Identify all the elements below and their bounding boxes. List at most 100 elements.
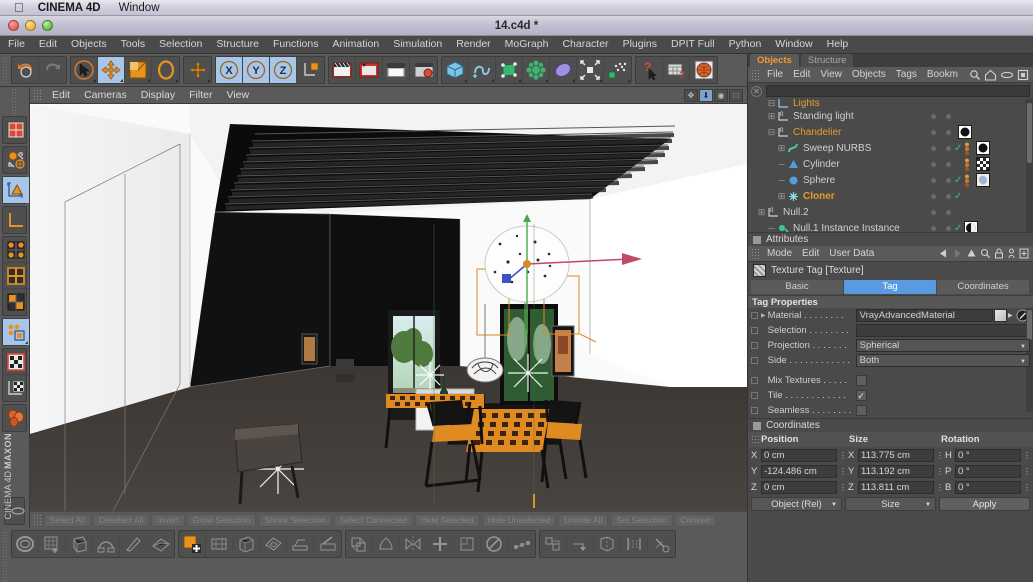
objmenu-edit[interactable]: Edit xyxy=(788,69,815,80)
rotation-p-stepper[interactable]: ⋮ xyxy=(1023,467,1031,476)
viewport-menu-filter[interactable]: Filter xyxy=(182,89,219,101)
checker-swatch[interactable] xyxy=(976,157,990,171)
rotate-view-icon[interactable]: ◉ xyxy=(714,88,728,102)
knife-icon[interactable] xyxy=(314,531,341,557)
deformer-objects-icon[interactable] xyxy=(3,405,29,431)
expander-plus-icon[interactable]: ⊞ xyxy=(756,207,767,218)
material-dots[interactable] xyxy=(964,174,974,187)
position-z-field[interactable]: 0 cm xyxy=(761,480,837,494)
app-name-label[interactable]: CINEMA 4D xyxy=(38,2,101,14)
rotation-b-stepper[interactable]: ⋮ xyxy=(1023,483,1031,492)
help-cursor-icon[interactable]: ? xyxy=(636,57,663,83)
visibility-dot-editor[interactable] xyxy=(931,225,936,231)
point-mode-icon[interactable] xyxy=(3,237,29,263)
back-arrow-icon[interactable] xyxy=(938,248,949,259)
render-picture-icon[interactable] xyxy=(383,57,410,83)
menu-structure[interactable]: Structure xyxy=(209,36,266,53)
table-row[interactable]: ⊟ Lights xyxy=(748,99,1033,108)
seamless-anim-checkbox[interactable] xyxy=(751,407,758,414)
tab-structure[interactable]: Structure xyxy=(800,54,854,67)
objmenu-file[interactable]: File xyxy=(762,69,788,80)
enable-check-icon[interactable]: ✓ xyxy=(954,175,962,186)
deformer-icon[interactable] xyxy=(550,57,577,83)
sphere-help-icon[interactable] xyxy=(690,57,717,83)
iron-icon[interactable] xyxy=(287,531,314,557)
invert-button[interactable]: Invert xyxy=(151,513,185,527)
viewport-menu-edit[interactable]: Edit xyxy=(45,89,77,101)
up-arrow-icon[interactable] xyxy=(966,248,977,259)
tab-objects[interactable]: Objects xyxy=(750,54,799,67)
modeling-toolbar-grip[interactable] xyxy=(2,531,9,557)
undo-view-icon[interactable] xyxy=(3,147,29,173)
table-row[interactable]: ⊞ 0 Null.2 xyxy=(748,204,1033,220)
hide-unselected-button[interactable]: Hide Unselected xyxy=(481,513,557,527)
side-anim-checkbox[interactable] xyxy=(751,357,758,364)
gradient-swatch[interactable] xyxy=(964,221,978,232)
left-toolbar-grip[interactable] xyxy=(11,88,18,114)
objmenu-tags[interactable]: Tags xyxy=(891,69,922,80)
visibility-dot-editor[interactable] xyxy=(931,209,936,215)
apple-icon[interactable]:  xyxy=(14,0,24,15)
expand-icon[interactable] xyxy=(1019,248,1029,259)
grow-selection-button[interactable]: Grow Selection xyxy=(186,513,257,527)
menu-file[interactable]: File xyxy=(0,36,32,53)
render-region-icon[interactable] xyxy=(356,57,383,83)
table-row[interactable]: ⊞ 0 Standing light xyxy=(748,108,1033,124)
forward-arrow-icon[interactable] xyxy=(952,248,963,259)
menu-edit[interactable]: Edit xyxy=(32,36,64,53)
maximize-view-icon[interactable]: □ xyxy=(729,88,743,102)
magnet-icon[interactable] xyxy=(39,531,66,557)
close-polygon-hole-icon[interactable] xyxy=(147,531,174,557)
black-sphere-swatch[interactable] xyxy=(958,125,972,139)
deselect-all-button[interactable]: Deselect All xyxy=(92,513,150,527)
nurbs-icon[interactable] xyxy=(496,57,523,83)
position-x-field[interactable]: 0 cm xyxy=(761,448,837,462)
objmenu-objects[interactable]: Objects xyxy=(847,69,891,80)
visibility-dot-render[interactable] xyxy=(946,209,951,215)
set-point-value-icon[interactable] xyxy=(508,531,535,557)
expander-plus-icon[interactable]: ⊞ xyxy=(776,143,787,154)
tab-basic[interactable]: Basic xyxy=(751,280,843,294)
size-y-field[interactable]: 113.192 cm xyxy=(858,464,934,478)
optimize-icon[interactable] xyxy=(481,531,508,557)
object-axis-icon[interactable] xyxy=(297,57,324,83)
menu-functions[interactable]: Functions xyxy=(266,36,326,53)
rotation-b-field[interactable]: 0 ° xyxy=(955,480,1021,494)
y-axis-lock-icon[interactable]: Y xyxy=(243,57,270,83)
menu-simulation[interactable]: Simulation xyxy=(386,36,449,53)
lock-icon[interactable] xyxy=(994,248,1004,259)
visibility-dot-editor[interactable] xyxy=(931,177,936,183)
scale-view-icon[interactable]: ⬇ xyxy=(699,88,713,102)
move-view-icon[interactable]: ✥ xyxy=(684,88,698,102)
menu-character[interactable]: Character xyxy=(555,36,615,53)
visibility-dot-render[interactable] xyxy=(946,145,951,151)
visibility-dot-editor[interactable] xyxy=(931,161,936,167)
polygon-mode-icon[interactable] xyxy=(3,289,29,315)
weld-icon[interactable] xyxy=(648,531,675,557)
menu-python[interactable]: Python xyxy=(722,36,769,53)
attrmenu-mode[interactable]: Mode xyxy=(762,248,797,259)
mirror-icon[interactable] xyxy=(400,531,427,557)
objmenu-bookmarks[interactable]: Bookm xyxy=(922,69,963,80)
rotation-h-stepper[interactable]: ⋮ xyxy=(1023,451,1031,460)
blue-swatch[interactable] xyxy=(976,173,990,187)
position-z-stepper[interactable]: ⋮ xyxy=(839,483,847,492)
array-icon[interactable] xyxy=(523,57,550,83)
table-row[interactable]: ⊟ 0 Chandelier xyxy=(748,124,1033,140)
object-search-input[interactable] xyxy=(766,85,1030,97)
convert-button[interactable]: Convert xyxy=(674,513,717,527)
select-connected-button[interactable]: Select Connected xyxy=(333,513,413,527)
spline-pen-icon[interactable] xyxy=(469,57,496,83)
rotation-h-field[interactable]: 0 ° xyxy=(955,448,1021,462)
material-dots[interactable] xyxy=(964,142,974,155)
viewport-3d-render[interactable] xyxy=(30,104,747,511)
render-view-icon[interactable] xyxy=(329,57,356,83)
size-x-stepper[interactable]: ⋮ xyxy=(936,451,944,460)
material-anim-checkbox[interactable] xyxy=(751,312,758,319)
extrude-icon[interactable] xyxy=(233,531,260,557)
attrmenu-user-data[interactable]: User Data xyxy=(824,248,879,259)
projection-anim-checkbox[interactable] xyxy=(751,342,758,349)
particle-emitter-icon[interactable] xyxy=(604,57,631,83)
pin-icon[interactable] xyxy=(1007,248,1016,259)
visibility-dot-render[interactable] xyxy=(946,177,951,183)
